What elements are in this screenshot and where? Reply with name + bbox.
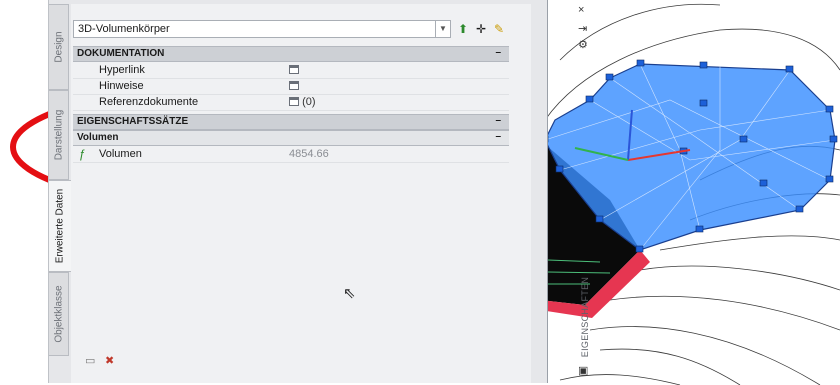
select-objects-icon[interactable]: ✛ — [473, 20, 489, 38]
tab-erweiterte-daten[interactable]: Erweiterte Daten — [49, 180, 71, 272]
property-set-remove-icon[interactable]: ✖ — [105, 354, 114, 367]
formula-icon: ƒ — [79, 147, 86, 161]
row-hyperlink-value[interactable] — [289, 64, 299, 76]
section-eigenschaftssaetze[interactable]: EIGENSCHAFTSSÄTZE – — [73, 114, 509, 130]
tab-design[interactable]: Design — [49, 4, 69, 90]
ref-docs-count: (0) — [302, 96, 316, 108]
object-type-select[interactable]: 3D-Volumenkörper ▼ — [73, 20, 451, 38]
tab-objektklasse[interactable]: Objektklasse — [49, 272, 69, 356]
tab-objektklasse-label: Objektklasse — [53, 285, 64, 343]
section-volumen[interactable]: Volumen – — [73, 130, 509, 146]
section-volumen-title: Volumen — [77, 132, 119, 143]
row-referenzdokumente-value[interactable]: (0) — [289, 96, 316, 108]
row-hyperlink-label: Hyperlink — [99, 64, 145, 76]
palette-title: EIGENSCHAFTEN — [580, 276, 591, 358]
palette-properties-icon[interactable]: ▣ — [578, 364, 588, 377]
calendar-icon — [289, 65, 299, 74]
calendar-icon — [289, 81, 299, 90]
row-volumen-value: 4854.66 — [289, 148, 329, 160]
tab-design-label: Design — [53, 31, 64, 63]
collapse-icon[interactable]: – — [495, 131, 501, 142]
row-referenzdokumente[interactable]: Referenzdokumente (0) — [73, 94, 509, 111]
settings-icon[interactable]: ⚙ — [578, 38, 588, 51]
section-eigenschaftssaetze-title: EIGENSCHAFTSSÄTZE — [77, 116, 189, 127]
row-hinweise-value[interactable] — [289, 80, 299, 92]
row-hinweise-label: Hinweise — [99, 80, 144, 92]
row-volumen[interactable]: ƒ Volumen 4854.66 — [73, 146, 509, 163]
pin-icon[interactable]: ⇥ — [578, 22, 587, 35]
close-icon[interactable]: × — [578, 4, 584, 16]
row-volumen-label: Volumen — [99, 148, 142, 160]
tab-darstellung[interactable]: Darstellung — [49, 90, 69, 180]
tab-darstellung-label: Darstellung — [53, 109, 64, 161]
object-type-value: 3D-Volumenkörper — [78, 23, 170, 35]
properties-content: 3D-Volumenkörper ▼ ⬆ ✛ ✎ DOKUMENTATION –… — [71, 4, 531, 383]
mouse-cursor: ⇖ — [343, 285, 356, 302]
palette-titlebar: × ⇥ ⚙ EIGENSCHAFTEN ▣ — [575, 0, 595, 383]
tab-erweiterte-daten-label: Erweiterte Daten — [54, 188, 66, 264]
calendar-icon — [289, 97, 299, 106]
collapse-icon[interactable]: – — [495, 47, 501, 58]
section-dokumentation-title: DOKUMENTATION — [77, 48, 165, 59]
properties-palette: Design Darstellung Erweiterte Daten Obje… — [48, 0, 590, 383]
collapse-icon[interactable]: – — [495, 115, 501, 126]
property-set-add-icon[interactable]: ▭ — [85, 354, 95, 367]
row-referenzdokumente-label: Referenzdokumente — [99, 96, 199, 108]
chevron-down-icon[interactable]: ▼ — [435, 21, 450, 37]
quick-select-icon[interactable]: ⬆ — [455, 20, 471, 38]
toggle-pickadd-icon[interactable]: ✎ — [491, 20, 507, 38]
section-dokumentation[interactable]: DOKUMENTATION – — [73, 46, 509, 62]
row-hinweise[interactable]: Hinweise — [73, 78, 509, 95]
row-hyperlink[interactable]: Hyperlink — [73, 62, 509, 79]
